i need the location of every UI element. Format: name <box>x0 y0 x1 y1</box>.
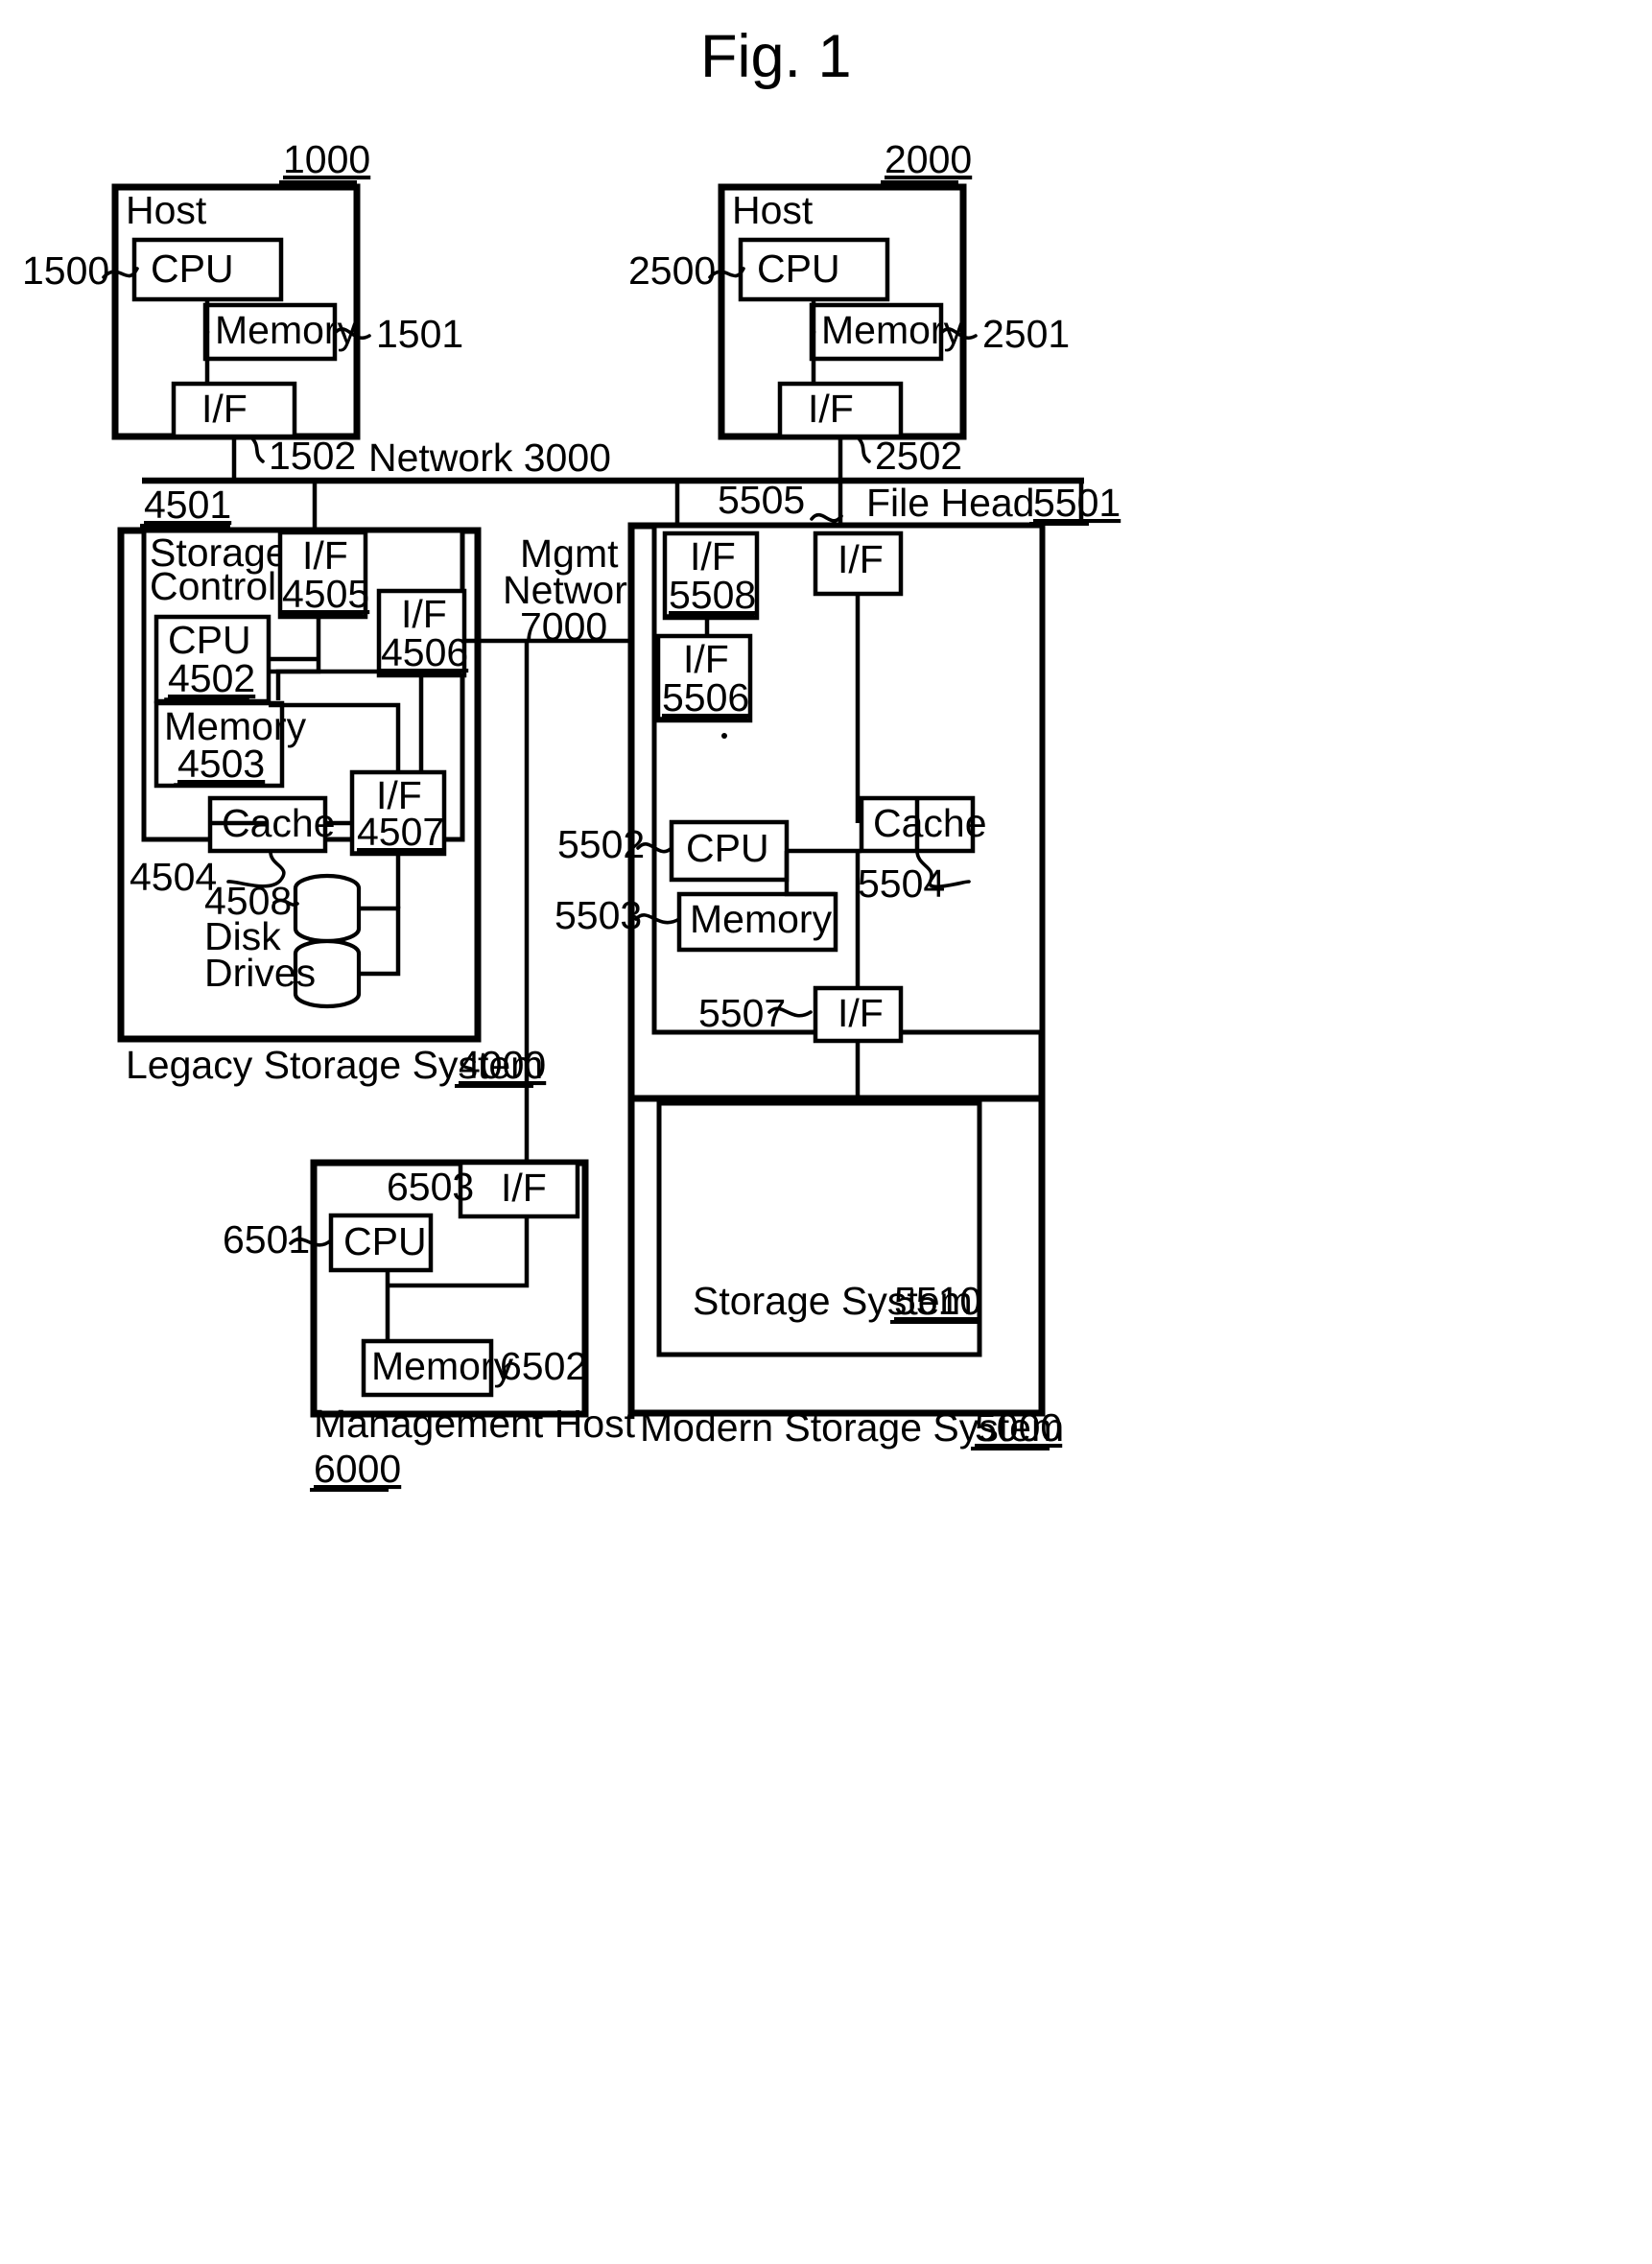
mgmt-host-caption-ref: 6000 <box>314 1447 401 1491</box>
modern-caption-ref: 5000 <box>975 1405 1062 1450</box>
host2-title: Host <box>732 188 814 232</box>
mgmt-host-memory-label: Memory <box>371 1344 514 1388</box>
host1-memory-ref: 1501 <box>376 312 463 356</box>
mgmt-host-cpu-label: CPU <box>343 1219 427 1263</box>
modern-if-5507-ref: 5507 <box>698 991 786 1035</box>
host1-cpu-ref: 1500 <box>22 248 109 293</box>
legacy-memory-ref: 4503 <box>177 742 265 786</box>
modern-cpu-ref: 5502 <box>557 822 645 866</box>
figure-title: Fig. 1 <box>700 23 852 90</box>
modern-if-5507-label: I/F <box>838 991 884 1035</box>
storage-system-5510-ref: 5510 <box>894 1279 981 1323</box>
legacy-cpu-ref: 4502 <box>168 656 255 700</box>
legacy-disks-label-2: Drives <box>204 951 316 995</box>
host2-ref-number: 2000 <box>885 137 972 181</box>
file-head-ref: 5501 <box>1033 481 1121 525</box>
modern-cpu-label: CPU <box>686 826 769 870</box>
modern-cache-ref: 5504 <box>858 861 945 906</box>
modern-if-5505-ref: 5505 <box>718 478 805 522</box>
host2-cpu-label: CPU <box>757 247 840 291</box>
mgmt-host-if-label: I/F <box>501 1166 547 1210</box>
host1-if-label: I/F <box>201 387 248 431</box>
legacy-if-4506-ref: 4506 <box>381 630 468 674</box>
figure-1-diagram: Fig. 1 1000 Host CPU 1500 Memory 1501 I/… <box>22 23 1121 1492</box>
modern-if-5505-label: I/F <box>838 537 884 581</box>
host2-if-label: I/F <box>808 387 854 431</box>
host1-title: Host <box>126 188 207 232</box>
patent-figure-page: Fig. 1 1000 Host CPU 1500 Memory 1501 I/… <box>0 0 1652 2264</box>
host2-cpu-ref: 2500 <box>628 248 716 293</box>
mgmt-host-memory-ref: 6502 <box>500 1344 587 1388</box>
legacy-if-4507-ref: 4507 <box>357 810 444 854</box>
host1-ref-number: 1000 <box>283 137 370 181</box>
modern-memory-label: Memory <box>690 897 833 941</box>
host1-cpu-label: CPU <box>151 247 234 291</box>
modern-cache-label: Cache <box>873 801 987 845</box>
modern-memory-ref: 5503 <box>555 893 642 937</box>
legacy-controller-ref: 4501 <box>144 483 231 527</box>
mgmt-host-if-ref: 6503 <box>387 1165 474 1209</box>
network-label: Network 3000 <box>368 436 611 480</box>
file-head-caption: File Head <box>866 481 1034 525</box>
modern-if-5506-ref: 5506 <box>662 675 749 719</box>
host1-if-ref: 1502 <box>269 434 356 478</box>
legacy-if-4505-ref: 4505 <box>282 572 369 616</box>
legacy-caption-ref: 4000 <box>459 1043 546 1087</box>
host2-if-ref: 2502 <box>875 434 962 478</box>
modern-if-5508-ref: 5508 <box>669 573 756 617</box>
host2-memory-ref: 2501 <box>982 312 1070 356</box>
mgmt-host-caption: Management Host <box>314 1402 636 1446</box>
